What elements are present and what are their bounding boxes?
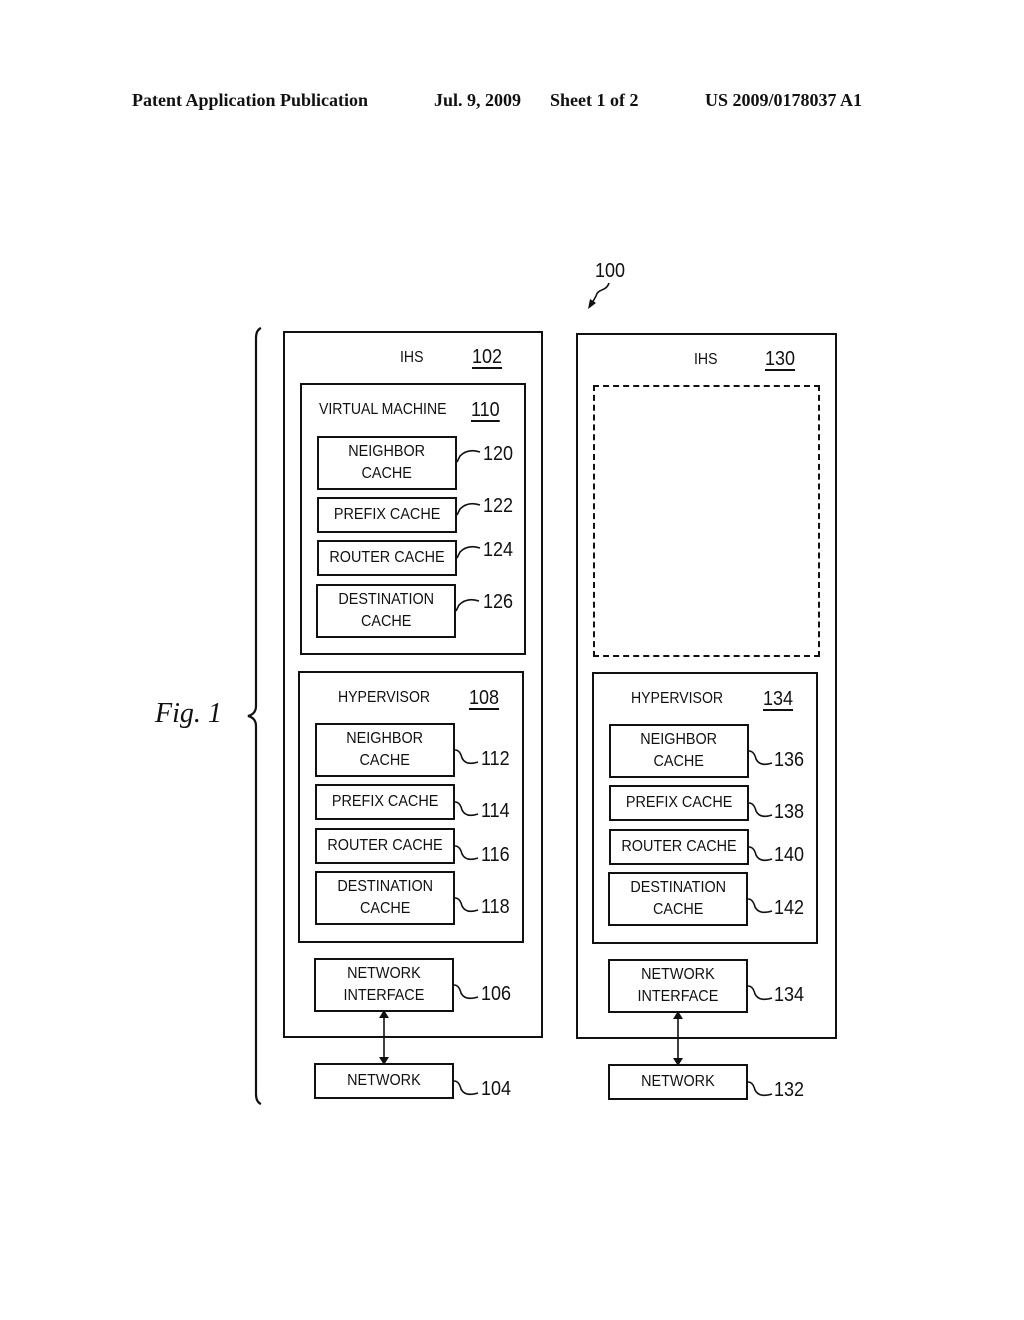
figure-brace	[247, 326, 262, 1106]
leader-140	[748, 846, 773, 862]
leader-132	[747, 1081, 773, 1097]
leader-124	[456, 545, 481, 559]
leader-142	[747, 898, 773, 914]
leader-112	[454, 749, 479, 765]
leader-122	[456, 502, 481, 516]
leader-106	[453, 984, 479, 1000]
leader-104	[453, 1080, 479, 1096]
leader-118	[454, 897, 479, 913]
leader-120	[456, 449, 481, 463]
leader-134	[747, 985, 773, 1001]
diagram-connectors	[247, 282, 773, 1106]
system-ref-arrowhead	[588, 299, 596, 309]
leader-116	[454, 845, 479, 861]
leader-126	[455, 598, 480, 612]
leader-114	[454, 801, 479, 817]
leader-136	[748, 750, 773, 766]
leader-138	[748, 802, 773, 818]
